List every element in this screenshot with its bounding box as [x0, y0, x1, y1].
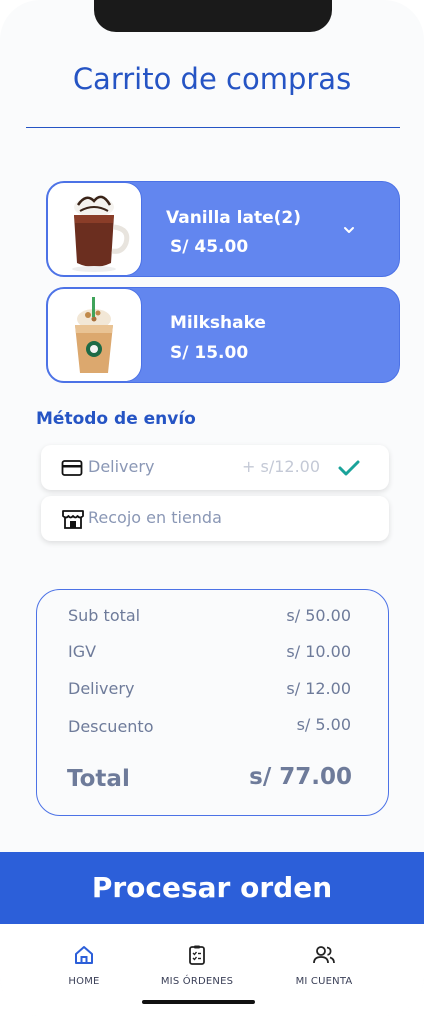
- summary-value: s/ 10.00: [286, 642, 351, 661]
- title-divider: [26, 127, 400, 128]
- shipping-option-label: Delivery: [88, 457, 155, 476]
- tab-mis-ordenes[interactable]: MIS ÓRDENES: [142, 944, 252, 987]
- summary-label: Descuento: [68, 717, 154, 736]
- device-notch: [94, 0, 332, 32]
- process-order-button[interactable]: Procesar orden: [0, 852, 424, 924]
- tab-label: MIS ÓRDENES: [160, 976, 234, 987]
- shipping-option-pickup[interactable]: Recojo en tienda: [41, 496, 389, 541]
- shipping-option-label: Recojo en tienda: [88, 508, 222, 527]
- check-icon: [338, 460, 360, 476]
- summary-label: Delivery: [68, 679, 135, 698]
- hot-chocolate-mug-image: [47, 182, 142, 276]
- summary-label: IGV: [68, 642, 97, 661]
- phone-screen: Carrito de compras Vanilla late(2) S/ 45…: [0, 0, 424, 1016]
- home-indicator: [142, 1000, 255, 1004]
- credit-card-icon: [61, 460, 83, 476]
- shipping-option-delivery[interactable]: Delivery + s/12.00: [41, 445, 389, 490]
- tab-mi-cuenta[interactable]: MI CUENTA: [269, 944, 379, 987]
- shipping-option-cost: + s/12.00: [242, 457, 321, 476]
- cart-item-name: Vanilla late(2): [166, 208, 301, 228]
- clipboard-icon: [189, 945, 205, 965]
- cart-item-price: S/ 45.00: [170, 237, 249, 257]
- order-summary: Sub total s/ 50.00 IGV s/ 10.00 Delivery…: [36, 589, 389, 816]
- store-icon: [62, 510, 84, 529]
- summary-label: Sub total: [68, 606, 141, 625]
- tab-label: MI CUENTA: [295, 976, 353, 987]
- home-icon: [75, 946, 93, 964]
- cart-item-name: Milkshake: [170, 313, 266, 333]
- users-icon: [313, 946, 335, 964]
- cart-item[interactable]: Vanilla late(2) S/ 45.00: [46, 181, 400, 277]
- chevron-down-icon[interactable]: [343, 224, 355, 236]
- page-title: Carrito de compras: [72, 62, 352, 96]
- cart-item-price: S/ 15.00: [170, 343, 249, 363]
- tab-home[interactable]: HOME: [29, 944, 139, 987]
- total-label: Total: [67, 766, 130, 792]
- summary-value: s/ 5.00: [296, 715, 351, 734]
- frappuccino-cup-image: [47, 288, 142, 382]
- summary-value: s/ 12.00: [286, 679, 351, 698]
- total-value: s/ 77.00: [249, 764, 352, 790]
- cart-item[interactable]: Milkshake S/ 15.00: [46, 287, 400, 383]
- summary-value: s/ 50.00: [286, 606, 351, 625]
- shipping-method-label: Método de envío: [36, 409, 196, 429]
- tab-label: HOME: [68, 976, 100, 987]
